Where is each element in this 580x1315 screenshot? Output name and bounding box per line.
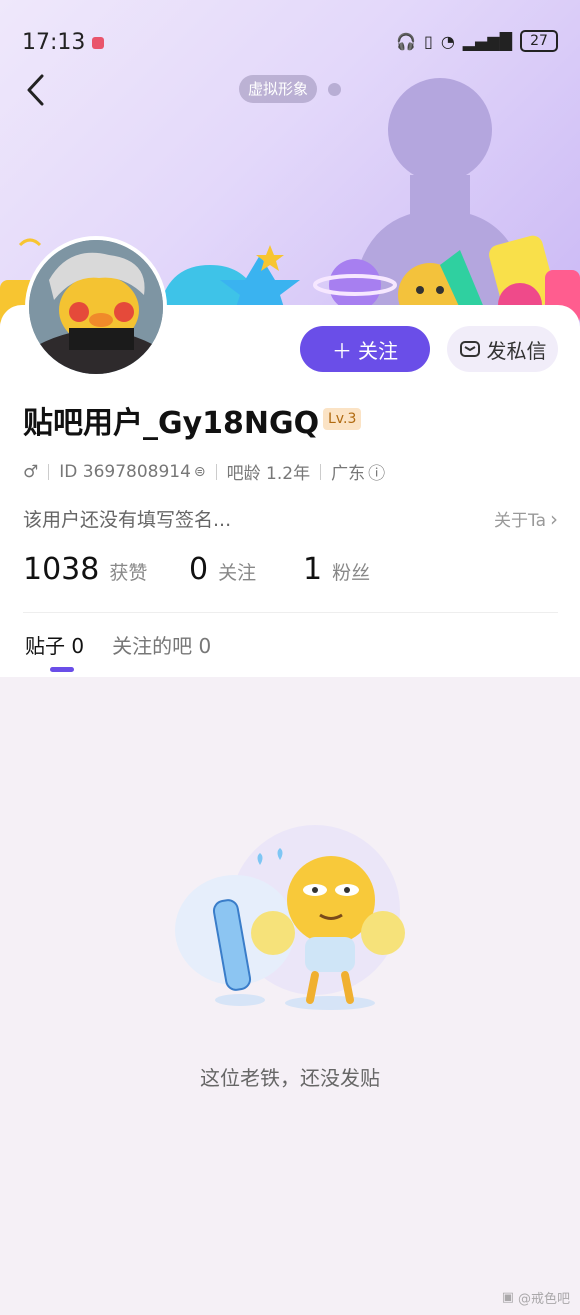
meta-divider	[215, 463, 217, 480]
status-icons: 🎧 ▯ ◔ ▂▄▆█ 27	[396, 30, 558, 52]
about-label: 关于Ta	[494, 511, 546, 531]
tab-label: 贴子	[25, 634, 65, 658]
vibrate-icon: ▯	[424, 31, 433, 51]
help-icon[interactable]: ⓘ	[368, 459, 385, 484]
tab-followed-bars[interactable]: 关注的吧 0	[112, 630, 211, 659]
envelope-icon	[459, 341, 480, 357]
stat-label: 粉丝	[332, 562, 371, 584]
empty-state-message: 这位老铁，还没发贴	[200, 1066, 380, 1090]
tab-count: 0	[198, 634, 212, 658]
signature: 该用户还没有填写签名...	[23, 509, 232, 531]
headphones-icon: 🎧	[396, 31, 416, 51]
empty-state-illustration	[175, 825, 405, 1010]
tab-count: 0	[71, 634, 85, 658]
user-id[interactable]: ID 3697808914	[59, 462, 191, 482]
follow-label: 关注	[358, 338, 398, 363]
app-logo-icon: ▣	[501, 1290, 514, 1305]
stat-following[interactable]: 0 关注	[189, 552, 303, 587]
back-arrow-icon[interactable]	[22, 72, 52, 108]
about-link[interactable]: 关于Ta ›	[494, 506, 558, 532]
watermark-text: @戒色吧	[517, 1292, 570, 1307]
copy-id-icon[interactable]: ⊜	[194, 464, 206, 480]
avatar-image	[29, 240, 163, 374]
status-time: 17:13	[22, 30, 86, 55]
username: 贴吧用户_Gy18NGQ	[23, 406, 320, 441]
battery-icon: 27	[520, 30, 558, 52]
battery-level: 27	[530, 33, 548, 49]
chevron-right-icon: ›	[550, 506, 558, 531]
signal-icon: ▂▄▆█	[462, 31, 512, 51]
stat-value: 1	[303, 552, 323, 587]
meta-divider	[320, 463, 322, 480]
tab-label: 关注的吧	[112, 634, 193, 658]
section-divider	[23, 612, 558, 613]
plus-icon: ＋	[332, 338, 352, 363]
avatar[interactable]	[25, 236, 167, 378]
avatar-tag-dot	[328, 83, 341, 96]
profile-tabs: 贴子 0 关注的吧 0	[25, 630, 211, 672]
male-icon: ♂	[23, 461, 39, 482]
wifi-icon: ◔	[440, 31, 455, 51]
stat-followers[interactable]: 1 粉丝	[303, 552, 370, 587]
stat-value: 0	[189, 552, 209, 587]
virtual-avatar-tag[interactable]: 虚拟形象	[239, 75, 318, 103]
stat-value: 1038	[23, 552, 100, 587]
follow-button[interactable]: ＋ 关注	[300, 326, 430, 372]
profile-meta: ♂ ID 3697808914 ⊜ 吧龄 1.2年 广东 ⓘ	[23, 459, 385, 485]
notification-app-icon	[92, 37, 104, 49]
bar-age: 吧龄 1.2年	[226, 464, 311, 484]
private-message-button[interactable]: 发私信	[447, 326, 558, 372]
stat-label: 关注	[218, 562, 257, 584]
profile-stats: 1038 获赞 0 关注 1 粉丝	[23, 552, 370, 587]
stat-label: 获赞	[109, 562, 148, 584]
watermark: ▣ @戒色吧	[502, 1288, 570, 1307]
level-badge: Lv.3	[323, 408, 362, 430]
location: 广东	[331, 464, 366, 484]
meta-divider	[48, 463, 50, 480]
stat-likes[interactable]: 1038 获赞	[23, 552, 189, 587]
message-label: 发私信	[486, 338, 547, 363]
tab-posts[interactable]: 贴子 0	[25, 630, 85, 672]
